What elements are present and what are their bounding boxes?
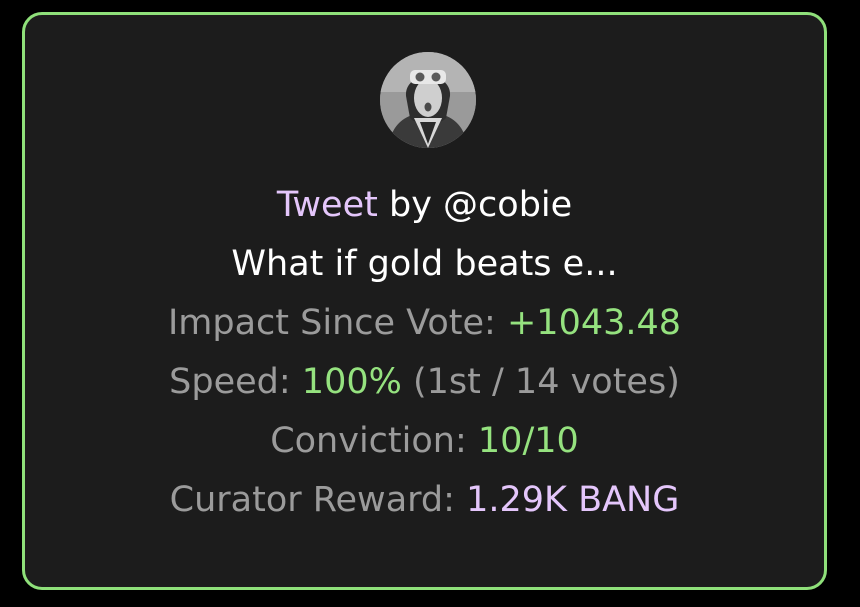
- speed-label: Speed:: [169, 362, 291, 402]
- conviction-label: Conviction:: [270, 421, 467, 461]
- curator-reward-value: 1.29K BANG: [466, 480, 680, 520]
- user-avatar: [380, 52, 476, 148]
- curator-reward-row: Curator Reward: 1.29K BANG: [25, 477, 824, 536]
- tweet-link[interactable]: Tweet: [277, 185, 378, 225]
- conviction-value: 10/10: [477, 421, 579, 461]
- tweet-author: by @cobie: [388, 185, 573, 225]
- impact-value: +1043.48: [506, 303, 682, 343]
- speed-row: Speed: 100% (1st / 14 votes): [25, 359, 824, 418]
- conviction-row: Conviction: 10/10: [25, 418, 824, 477]
- speed-value: 100%: [301, 362, 402, 402]
- speed-detail: (1st / 14 votes): [413, 362, 680, 402]
- tweet-excerpt-row: What if gold beats e...: [25, 241, 824, 300]
- tweet-excerpt: What if gold beats e...: [231, 244, 618, 284]
- vote-details: Tweet by @cobie What if gold beats e... …: [25, 182, 824, 536]
- vote-result-card: Tweet by @cobie What if gold beats e... …: [22, 12, 827, 590]
- impact-row: Impact Since Vote: +1043.48: [25, 300, 824, 359]
- avatar-portrait-icon: [380, 52, 476, 148]
- tweet-attribution: Tweet by @cobie: [25, 182, 824, 241]
- curator-reward-label: Curator Reward:: [169, 480, 455, 520]
- impact-label: Impact Since Vote:: [167, 303, 496, 343]
